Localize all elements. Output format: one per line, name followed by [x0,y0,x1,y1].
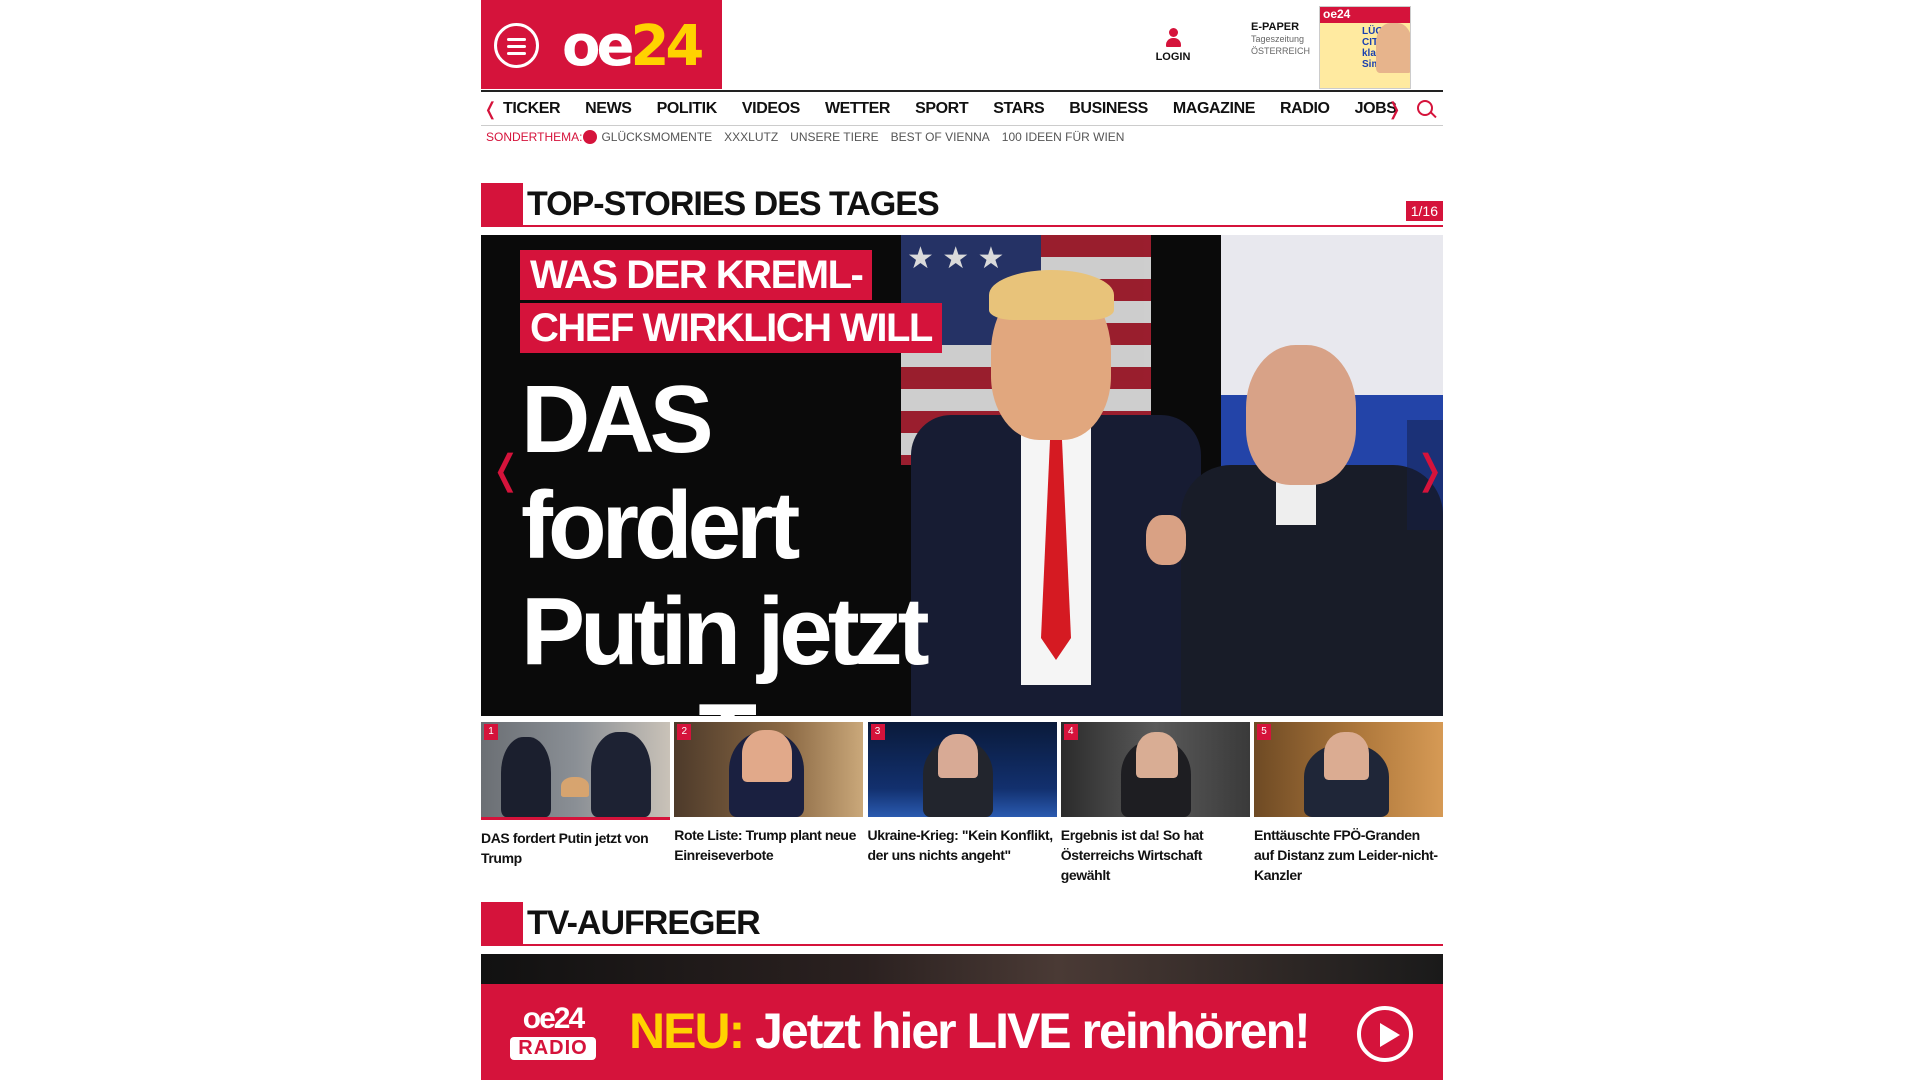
nav-item-magazine[interactable]: MAGAZINE [1173,100,1256,118]
thumb-caption: Enttäuschte FPÖ-Granden auf Distanz zum … [1254,827,1438,883]
story-thumb[interactable]: 2 Rote Liste: Trump plant neue Einreisev… [674,722,864,885]
search-icon[interactable] [1417,100,1433,116]
thumb-caption: Ukraine-Krieg: "Kein Konflikt, der uns n… [867,827,1054,863]
section-title: TV-AUFREGER [527,904,761,942]
story-thumb[interactable]: 5 Enttäuschte FPÖ-Granden auf Distanz zu… [1254,722,1443,885]
nav-item-politik[interactable]: POLITIK [657,100,718,118]
subnav-item-unsere-tiere[interactable]: UNSERE TIERE [790,130,878,144]
hero-kicker: WAS DER KREML- CHEF WIRKLICH WILL [520,250,942,356]
story-thumb[interactable]: 3 Ukraine-Krieg: "Kein Konflikt, der uns… [867,722,1057,885]
subnav-item-best-of-vienna[interactable]: BEST OF VIENNA [891,130,990,144]
story-thumb[interactable]: 4 Ergebnis ist da! So hat Österreichs Wi… [1060,722,1250,885]
nav-item-sport[interactable]: SPORT [915,100,969,118]
radio-logo: oe24 RADIO [509,1003,597,1067]
menu-icon[interactable] [494,23,539,68]
story-thumb[interactable]: 1 DAS fordert Putin jetzt von Trump [481,722,670,885]
epaper-cover-logo: oe24 [1320,7,1410,23]
nav-item-videos[interactable]: VIDEOS [742,100,800,118]
nav-item-stars[interactable]: STARS [993,100,1044,118]
hero-photo-person [1181,335,1443,716]
login-button[interactable]: LOGIN [1153,28,1193,63]
logo-block[interactable]: oe24 [481,0,722,89]
subnav-item-gluecksmomente[interactable]: GLÜCKSMOMENTE [601,130,712,144]
nav-item-business[interactable]: BUSINESS [1069,100,1148,118]
slide-counter: 1/16 [1405,201,1443,221]
thumb-caption: DAS fordert Putin jetzt von Trump [481,830,649,866]
epaper-link[interactable]: E-PAPER Tageszeitung ÖSTERREICH [1251,21,1311,57]
tv-heading: TV-AUFREGER [481,902,1443,946]
hero-headline[interactable]: DAS fordert Putin jetzt von Trump [521,367,981,717]
site-logo[interactable]: oe24 [562,14,704,79]
thumb-caption: Ergebnis ist da! So hat Österreichs Wirt… [1060,827,1204,883]
epaper-brand: ÖSTERREICH [1251,46,1311,56]
heart-icon [583,130,598,144]
main-nav: ❬ TICKER NEWS POLITIK VIDEOS WETTER SPOR… [481,90,1443,126]
chevron-right-icon[interactable]: ❭ [1387,99,1402,120]
epaper-subtitle: Tageszeitung [1251,34,1305,44]
epaper-title: E-PAPER [1251,21,1300,33]
special-topics-bar: SONDERTHEMA: GLÜCKSMOMENTE XXXLUTZ UNSER… [486,130,1136,144]
chevron-left-icon[interactable]: ❬ [483,99,498,120]
subnav-item-100-ideen[interactable]: 100 IDEEN FÜR WIEN [1002,130,1125,144]
thumb-number: 3 [870,724,885,740]
epaper-cover-image[interactable]: oe24 LÜGNER CITY klagt Simone [1319,6,1411,89]
special-topics-label: SONDERTHEMA: [486,130,583,144]
nav-item-radio[interactable]: RADIO [1280,100,1330,118]
top-stories-heading: TOP-STORIES DES TAGES 1/16 [481,183,1443,227]
nav-item-news[interactable]: NEWS [585,100,632,118]
radio-banner[interactable]: oe24 RADIO NEU: Jetzt hier LIVE reinhöre… [481,984,1443,1080]
subnav-item-xxxlutz[interactable]: XXXLUTZ [724,130,778,144]
radio-banner-text: NEU: Jetzt hier LIVE reinhören! [629,1003,1311,1059]
chevron-right-icon[interactable]: ❭ [1413,447,1443,493]
play-icon[interactable] [1357,1006,1413,1062]
thumb-caption: Rote Liste: Trump plant neue Einreisever… [674,827,856,863]
nav-item-wetter[interactable]: WETTER [825,100,891,118]
story-thumbnails: 1 DAS fordert Putin jetzt von Trump 2 Ro… [481,722,1443,885]
login-label: LOGIN [1155,51,1191,63]
hero-slide[interactable]: ★ ★ ★ WAS DER KREML- CHEF WIRKLICH WILL … [481,235,1443,716]
thumb-number: 2 [677,724,692,740]
section-title: TOP-STORIES DES TAGES [527,185,940,223]
thumb-number: 5 [1257,724,1271,740]
thumb-number: 1 [484,724,498,740]
page: oe24 LOGIN E-PAPER Tageszeitung ÖSTERREI… [481,0,1443,1080]
thumb-number: 4 [1063,724,1078,740]
user-icon [1165,28,1181,48]
nav-item-ticker[interactable]: TICKER [503,100,561,118]
chevron-left-icon[interactable]: ❬ [489,447,523,493]
